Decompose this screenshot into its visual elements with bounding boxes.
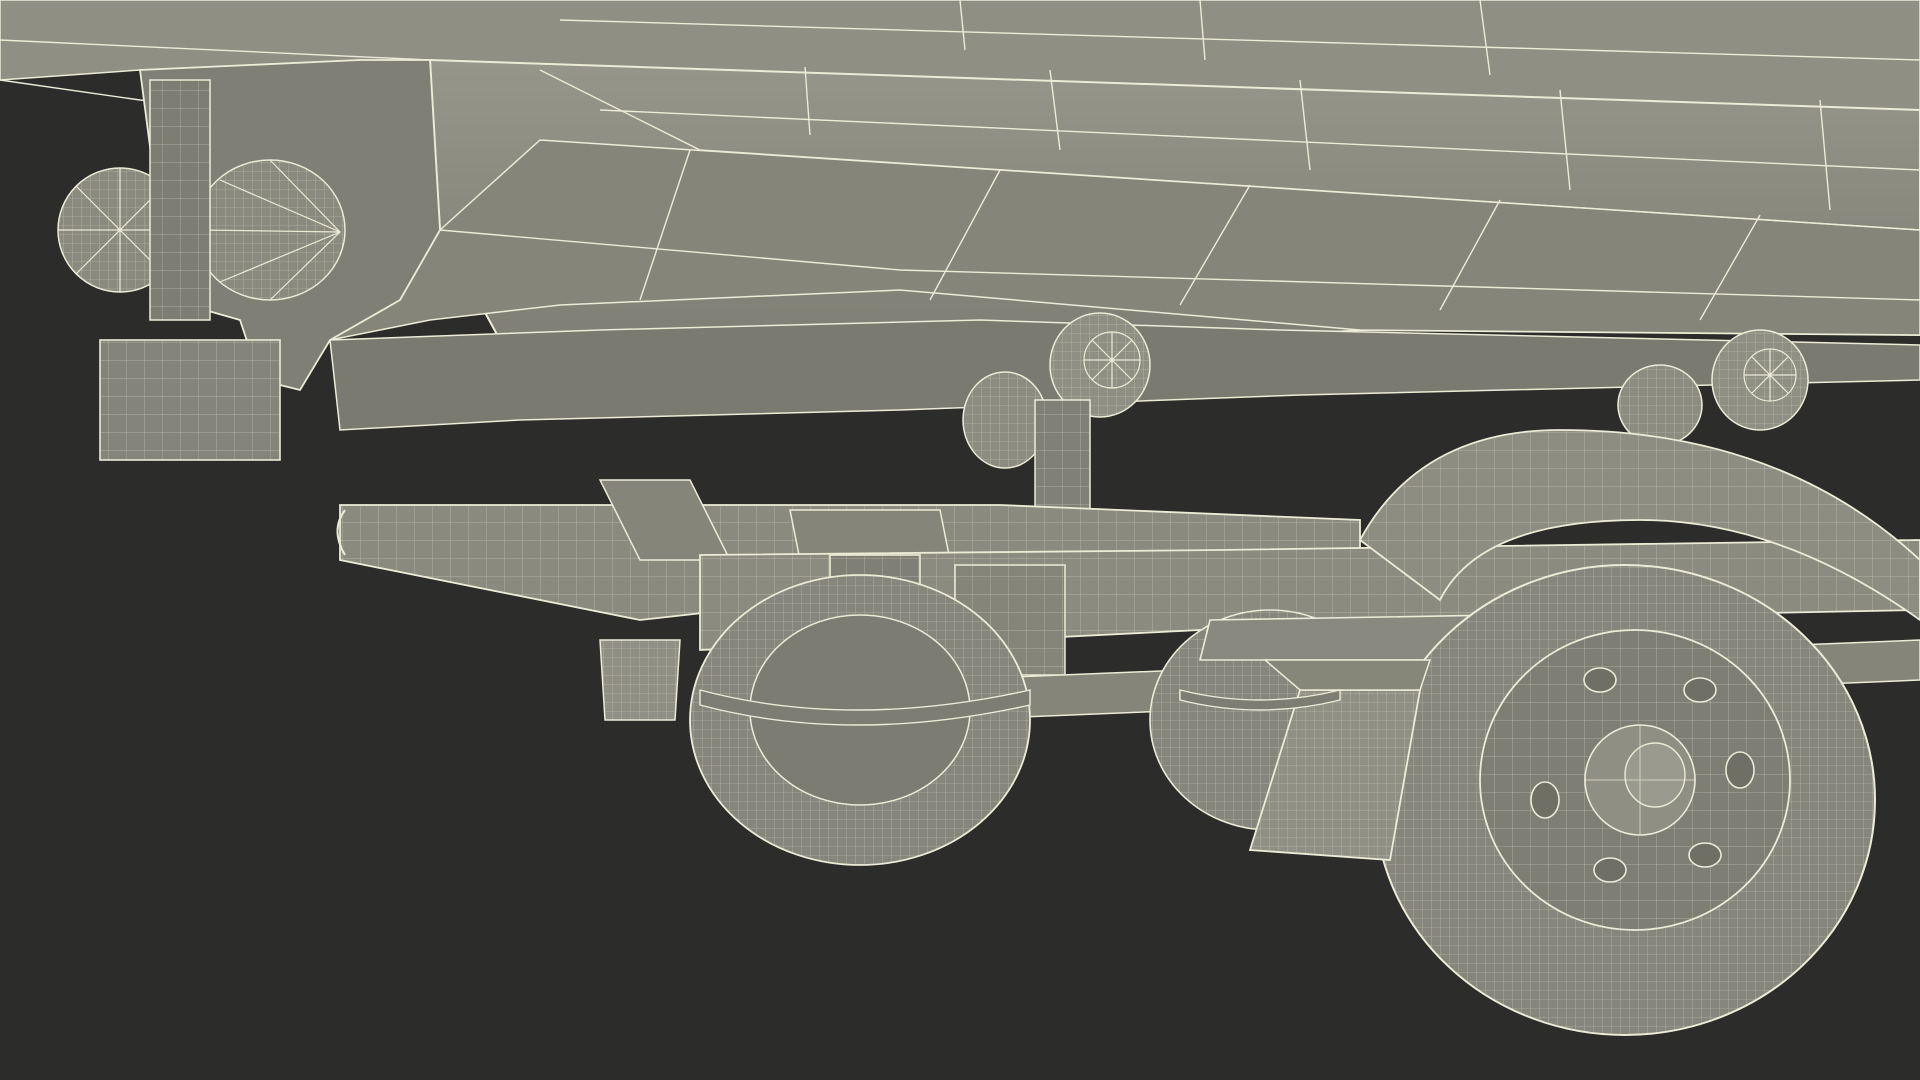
roller-4 bbox=[1711, 329, 1809, 431]
wireframe-render bbox=[0, 0, 1920, 1080]
front-wheel bbox=[1374, 564, 1876, 1036]
